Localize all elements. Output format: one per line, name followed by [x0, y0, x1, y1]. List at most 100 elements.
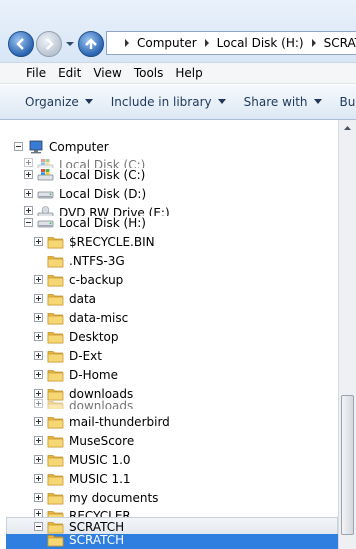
tree-folder[interactable]: Desktop: [34, 327, 119, 346]
tree-folder[interactable]: D-Ext: [34, 346, 102, 365]
menu-help[interactable]: Help: [175, 66, 214, 80]
chevron-down-icon: [84, 99, 93, 104]
expand-icon[interactable]: [34, 493, 43, 502]
tree-folder[interactable]: MUSIC 1.1: [34, 469, 131, 488]
breadcrumb-label: SCRATCH: [323, 36, 356, 50]
tree-item-c-drive[interactable]: Local Disk (C:): [24, 165, 145, 184]
tree-label: my documents: [69, 490, 159, 505]
expand-icon[interactable]: [34, 237, 43, 246]
tree-folder[interactable]: .NTFS-3G: [34, 251, 125, 270]
tree-folder-scratch-selected[interactable]: SCRATCH: [34, 530, 124, 549]
tree-label: D-Ext: [69, 348, 102, 363]
collapse-icon[interactable]: [14, 142, 23, 151]
vertical-scrollbar[interactable]: [338, 120, 356, 549]
no-expander: [34, 256, 43, 265]
breadcrumb-computer[interactable]: Computer: [117, 36, 197, 50]
expand-icon[interactable]: [34, 455, 43, 464]
folder-icon: [47, 311, 64, 325]
tree-item-computer[interactable]: Computer: [14, 137, 109, 156]
tree-label: Computer: [49, 139, 109, 154]
share-with-button[interactable]: Share with: [244, 95, 322, 109]
organize-button[interactable]: Organize: [25, 95, 93, 109]
folder-icon: [47, 330, 64, 344]
windows-drive-icon: [37, 168, 54, 182]
arrow-up-icon: [85, 38, 97, 49]
expand-icon[interactable]: [34, 436, 43, 445]
folder-icon: [47, 368, 64, 382]
folder-icon: [47, 273, 64, 287]
tree-folder[interactable]: MUSIC 1.0: [34, 450, 131, 469]
expand-icon[interactable]: [34, 389, 43, 398]
expand-icon[interactable]: [34, 474, 43, 483]
back-button[interactable]: [8, 31, 34, 57]
expand-icon[interactable]: [34, 275, 43, 284]
tree-label: MuseScore: [69, 433, 135, 448]
expand-icon[interactable]: [34, 332, 43, 341]
menu-file[interactable]: File: [0, 66, 58, 80]
folder-icon: [47, 254, 64, 268]
tree-label: data-misc: [69, 310, 129, 325]
expand-icon[interactable]: [34, 417, 43, 426]
menu-tools[interactable]: Tools: [134, 66, 176, 80]
folder-icon: [47, 415, 64, 429]
burn-button-partial[interactable]: Bu: [340, 95, 356, 109]
folder-icon: [47, 399, 64, 409]
expand-icon[interactable]: [24, 170, 33, 179]
computer-icon: [27, 140, 44, 154]
collapse-icon[interactable]: [24, 218, 33, 227]
tree-folder[interactable]: D-Home: [34, 365, 118, 384]
tree-label: Local Disk (D:): [59, 186, 147, 201]
expand-icon: [34, 399, 43, 408]
menu-bar: File Edit View Tools Help: [0, 62, 356, 84]
tree-folder[interactable]: my documents: [34, 488, 158, 507]
menu-view[interactable]: View: [93, 66, 133, 80]
expand-icon[interactable]: [34, 294, 43, 303]
tree-label: downloads: [69, 399, 134, 409]
drive-icon: [37, 187, 54, 201]
include-in-library-button[interactable]: Include in library: [111, 95, 226, 109]
organize-label: Organize: [25, 95, 79, 109]
tree-label: c-backup: [69, 272, 124, 287]
expand-icon[interactable]: [34, 313, 43, 322]
up-button[interactable]: [78, 31, 104, 57]
tree-folder[interactable]: data: [34, 289, 96, 308]
tree-folder[interactable]: data-misc: [34, 308, 128, 327]
expand-icon[interactable]: [34, 370, 43, 379]
folder-icon: [47, 533, 64, 547]
tree-folder[interactable]: c-backup: [34, 270, 123, 289]
scrollbar-thumb[interactable]: [341, 395, 354, 535]
tree-label: Desktop: [69, 329, 119, 344]
tree-label: MUSIC 1.1: [69, 471, 131, 486]
breadcrumb-local-disk-h[interactable]: Local Disk (H:): [197, 36, 304, 50]
tree-item-h-drive[interactable]: Local Disk (H:): [24, 213, 146, 232]
burn-label: Bu: [339, 95, 356, 109]
recent-pages-dropdown[interactable]: [64, 38, 76, 50]
tree-label: data: [69, 291, 97, 306]
forward-button[interactable]: [36, 31, 62, 57]
chevron-right-icon: [311, 39, 316, 47]
folder-icon: [47, 453, 64, 467]
expand-icon[interactable]: [34, 351, 43, 360]
folder-icon: [47, 235, 64, 249]
folder-icon: [47, 491, 64, 505]
folder-icon: [47, 434, 64, 448]
tree-folder[interactable]: MuseScore: [34, 431, 134, 450]
tree-label: SCRATCH: [69, 532, 125, 547]
address-path-box[interactable]: Computer Local Disk (H:) SCRATCH: [106, 31, 356, 55]
navigation-pane[interactable]: Computer Local Disk (C:) Local Disk (C:)…: [0, 120, 338, 549]
command-bar: Organize Include in library Share with B…: [0, 85, 356, 120]
scroll-up-arrow-icon[interactable]: [341, 122, 354, 135]
tree-folder[interactable]: mail-thunderbird: [34, 412, 170, 431]
folder-icon: [47, 472, 64, 486]
chevron-down-icon: [313, 99, 322, 104]
breadcrumb-scratch[interactable]: SCRATCH: [304, 36, 356, 50]
expand-icon[interactable]: [24, 189, 33, 198]
breadcrumb-label: Local Disk (H:): [216, 36, 304, 50]
share-with-label: Share with: [243, 95, 308, 109]
chevron-right-icon: [204, 39, 209, 47]
tree-item-d-drive[interactable]: Local Disk (D:): [24, 184, 146, 203]
drive-icon: [37, 216, 54, 230]
menu-edit[interactable]: Edit: [58, 66, 93, 80]
tree-folder[interactable]: $RECYCLE.BIN: [34, 232, 155, 251]
address-bar: Computer Local Disk (H:) SCRATCH: [0, 0, 356, 62]
